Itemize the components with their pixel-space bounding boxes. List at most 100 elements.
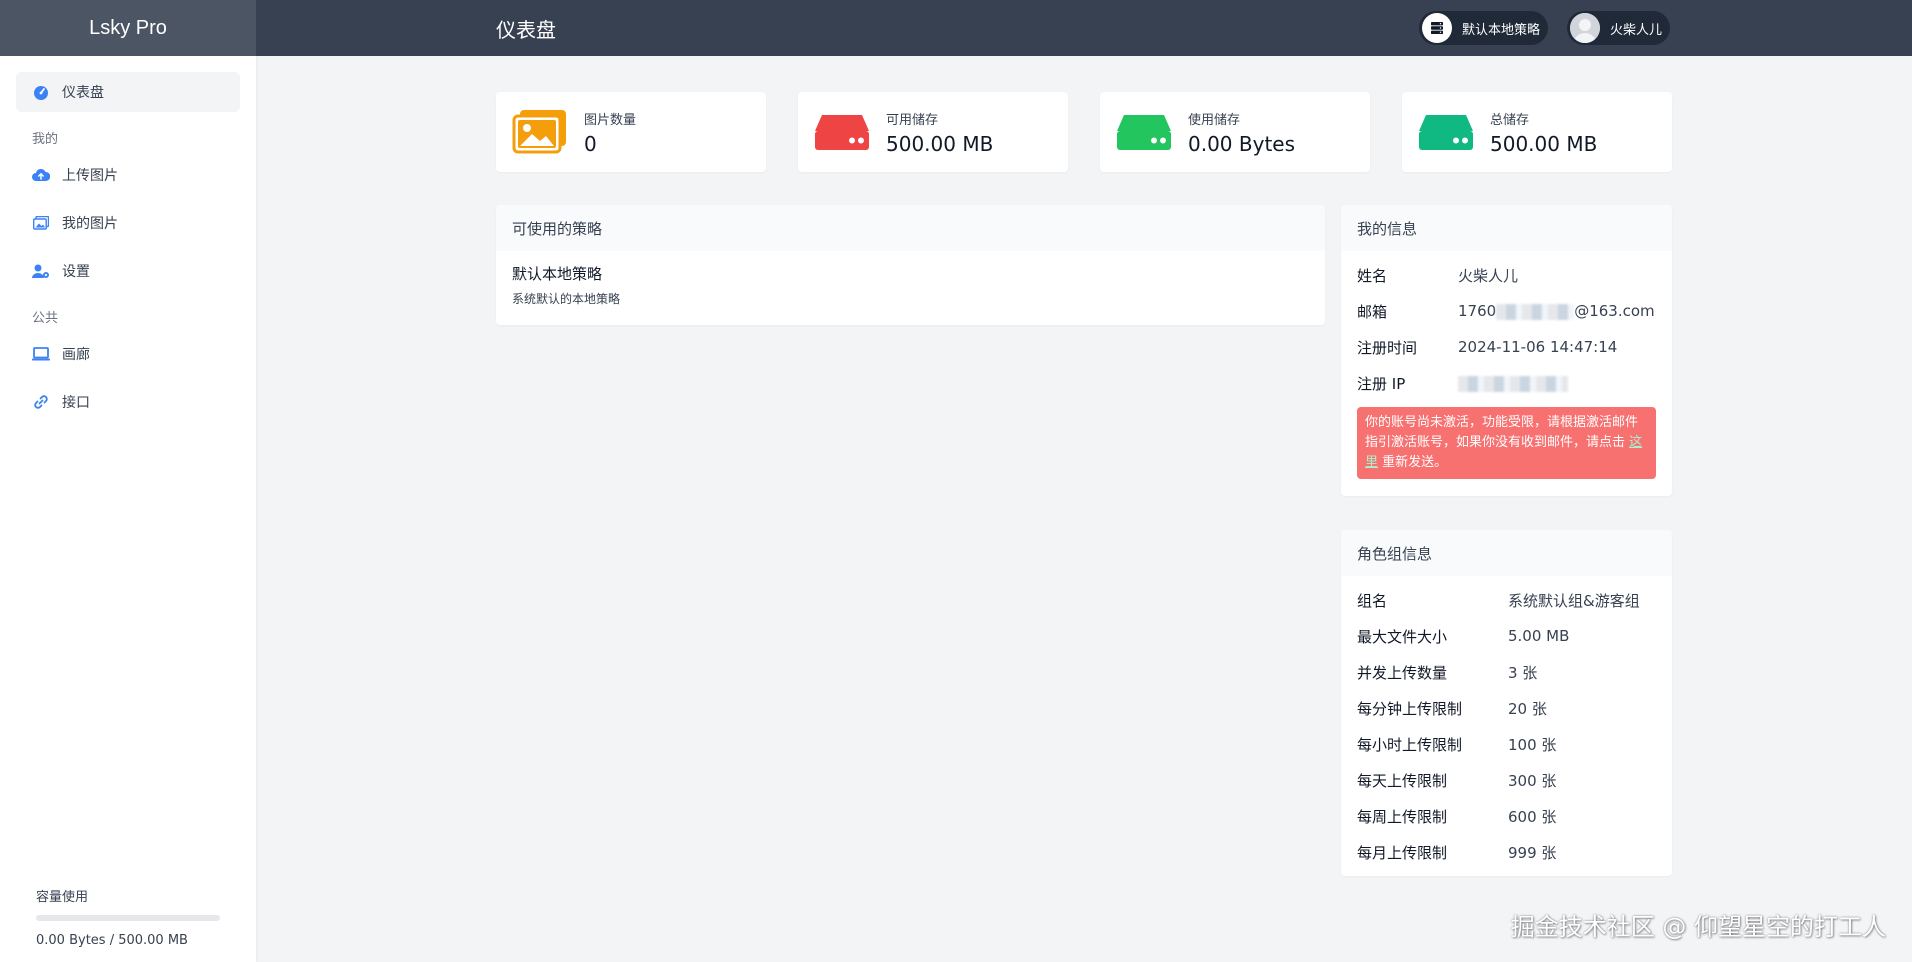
page-title: 仪表盘 [496, 17, 556, 42]
stat-card-total-storage: 总储存 500.00 MB [1402, 92, 1672, 172]
link-icon [32, 393, 50, 411]
stat-card-available-storage: 可用储存 500.00 MB [798, 92, 1068, 172]
hdd-icon [814, 108, 870, 156]
sidebar-item-gallery[interactable]: 画廊 [16, 334, 240, 374]
role-value: 999 张 [1508, 843, 1557, 862]
stat-label: 总储存 [1490, 112, 1530, 128]
strategies-panel-title: 可使用的策略 [496, 205, 1325, 251]
info-key: 注册时间 [1357, 338, 1418, 357]
info-row-reg-ip: 注册 IP [1341, 365, 1672, 401]
sidebar-item-api[interactable]: 接口 [16, 382, 240, 422]
stat-value: 500.00 MB [886, 131, 994, 156]
hdd-icon [1418, 108, 1474, 156]
info-key: 邮箱 [1357, 302, 1388, 321]
sidebar-item-label: 接口 [62, 395, 90, 411]
role-key: 并发上传数量 [1357, 663, 1448, 682]
info-key: 姓名 [1357, 266, 1388, 285]
capacity-progress-bar [36, 915, 220, 921]
dashboard-icon [32, 83, 50, 101]
role-info-panel-title: 角色组信息 [1341, 530, 1672, 576]
email-prefix: 1760 [1458, 302, 1497, 320]
role-value: 100 张 [1508, 735, 1557, 754]
brand-logo[interactable]: Lsky Pro [0, 0, 256, 56]
role-row: 每周上传限制 600 张 [1341, 798, 1672, 834]
strategy-description: 系统默认的本地策略 [512, 292, 621, 306]
sidebar-item-label: 设置 [62, 264, 90, 280]
info-key: 注册 IP [1357, 374, 1406, 393]
my-info-panel: 我的信息 姓名 火柴人儿 邮箱 1760 @163.com 注册时间 2024-1… [1341, 205, 1672, 496]
info-value: 2024-11-06 14:47:14 [1458, 338, 1618, 356]
role-value: 系统默认组&游客组 [1508, 591, 1640, 610]
info-value: 1760 @163.com [1458, 302, 1655, 320]
redacted-mask [1496, 303, 1575, 320]
role-key: 每分钟上传限制 [1357, 699, 1463, 718]
stat-label: 可用储存 [886, 112, 939, 128]
role-row: 每天上传限制 300 张 [1341, 762, 1672, 798]
capacity-usage: 容量使用 0.00 Bytes / 500.00 MB [36, 886, 220, 948]
strategy-item[interactable]: 默认本地策略 系统默认的本地策略 [496, 251, 1325, 319]
sidebar-item-label: 我的图片 [62, 216, 118, 232]
stat-card-used-storage: 使用储存 0.00 Bytes [1100, 92, 1370, 172]
email-suffix: @163.com [1574, 302, 1655, 320]
section-public-label: 公共 [32, 311, 59, 326]
stat-label: 图片数量 [584, 112, 637, 128]
alert-text: 你的账号尚未激活，功能受限，请根据激活邮件指引激活账号，如果你没有收到邮件，请点… [1365, 415, 1639, 450]
role-value: 300 张 [1508, 771, 1557, 790]
info-row-reg-time: 注册时间 2024-11-06 14:47:14 [1341, 329, 1672, 365]
stat-value: 0.00 Bytes [1188, 131, 1296, 156]
stat-value: 500.00 MB [1490, 131, 1598, 156]
sidebar-item-upload[interactable]: 上传图片 [16, 155, 240, 195]
role-value: 5.00 MB [1508, 627, 1570, 645]
sidebar: Lsky Pro 仪表盘 我的 上传图片 我的图片 设置 公共 画廊 接口 容量… [0, 0, 256, 962]
role-key: 最大文件大小 [1357, 627, 1448, 646]
role-row: 最大文件大小 5.00 MB [1341, 618, 1672, 654]
section-mine-label: 我的 [32, 132, 59, 147]
user-menu-button[interactable]: 火柴人儿 [1567, 11, 1671, 45]
top-header: 仪表盘 默认本地策略 火柴人儿 [256, 0, 1912, 56]
sidebar-item-label: 仪表盘 [62, 85, 104, 101]
sidebar-item-my-images[interactable]: 我的图片 [16, 203, 240, 243]
info-value [1458, 374, 1568, 392]
my-info-panel-title: 我的信息 [1341, 205, 1672, 251]
sidebar-item-settings[interactable]: 设置 [16, 251, 240, 291]
stat-label: 使用储存 [1188, 112, 1241, 128]
stat-card-image-count: 图片数量 0 [496, 92, 766, 172]
cloud-upload-icon [32, 166, 50, 184]
images-icon [32, 214, 50, 232]
redacted-mask [1458, 375, 1568, 392]
username-label: 火柴人儿 [1610, 22, 1663, 38]
role-key: 每天上传限制 [1357, 771, 1448, 790]
role-key: 每周上传限制 [1357, 807, 1448, 826]
info-value: 火柴人儿 [1458, 266, 1519, 285]
role-key: 组名 [1357, 591, 1388, 610]
images-icon [512, 108, 568, 156]
sidebar-item-dashboard[interactable]: 仪表盘 [16, 72, 240, 112]
user-gear-icon [32, 262, 50, 280]
role-row: 并发上传数量 3 张 [1341, 654, 1672, 690]
role-value: 3 张 [1508, 663, 1538, 682]
info-row-email: 邮箱 1760 @163.com [1341, 293, 1672, 329]
avatar [1570, 13, 1600, 43]
role-info-panel: 角色组信息 组名 系统默认组&游客组 最大文件大小 5.00 MB 并发上传数量 3 … [1341, 530, 1672, 876]
capacity-text: 0.00 Bytes / 500.00 MB [36, 933, 188, 948]
role-row: 组名 系统默认组&游客组 [1341, 582, 1672, 618]
strategy-name: 默认本地策略 [512, 265, 603, 283]
activation-alert: 你的账号尚未激活，功能受限，请根据激活邮件指引激活账号，如果你没有收到邮件，请点… [1357, 407, 1656, 479]
role-row: 每分钟上传限制 20 张 [1341, 690, 1672, 726]
capacity-label: 容量使用 [36, 890, 89, 905]
watermark: 掘金技术社区 @ 仰望星空的打工人 [1510, 913, 1886, 941]
sidebar-item-label: 画廊 [62, 347, 90, 363]
hdd-icon [1116, 108, 1172, 156]
server-icon [1422, 13, 1452, 43]
role-value: 600 张 [1508, 807, 1557, 826]
role-value: 20 张 [1508, 699, 1547, 718]
role-row: 每小时上传限制 100 张 [1341, 726, 1672, 762]
role-key: 每月上传限制 [1357, 843, 1448, 862]
strategy-selector-button[interactable]: 默认本地策略 [1419, 11, 1549, 45]
role-key: 每小时上传限制 [1357, 735, 1463, 754]
sidebar-nav: 仪表盘 我的 上传图片 我的图片 设置 公共 画廊 接口 [0, 56, 256, 446]
strategy-label: 默认本地策略 [1462, 22, 1541, 38]
strategies-panel: 可使用的策略 默认本地策略 系统默认的本地策略 [496, 205, 1325, 325]
role-row: 每月上传限制 999 张 [1341, 834, 1672, 870]
laptop-icon [32, 345, 50, 363]
